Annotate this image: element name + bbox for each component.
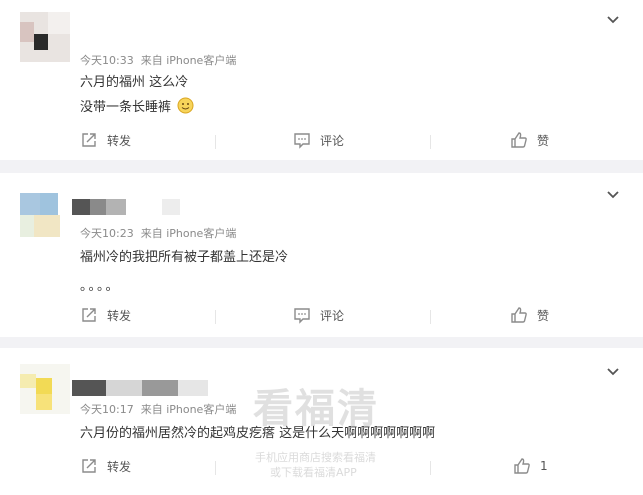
avatar[interactable] [20, 12, 70, 62]
like-button[interactable]: 赞 [510, 131, 549, 149]
repost-icon [82, 133, 96, 147]
divider [215, 135, 216, 149]
watermark-brand: 看福清 [253, 386, 379, 432]
like-button[interactable]: 1 [513, 457, 548, 475]
repost-button[interactable]: 转发 [80, 306, 131, 324]
repost-label: 转发 [107, 459, 132, 474]
comment-card-2: 今天10:23 来自 iPhone客户端 福州冷的我把所有被子都盖上还是冷 。。。… [0, 173, 643, 337]
comment-text-line: 福州冷的我把所有被子都盖上还是冷 [80, 250, 289, 265]
divider [430, 310, 431, 324]
repost-button[interactable]: 转发 [80, 457, 131, 475]
like-label: 赞 [537, 308, 550, 323]
divider [215, 461, 216, 475]
timestamp: 今天10:33 [80, 54, 134, 67]
chevron-down-icon[interactable] [605, 187, 621, 203]
post-source: 来自 iPhone客户端 [140, 403, 237, 416]
like-button[interactable]: 赞 [510, 306, 549, 324]
comment-label: 评论 [320, 308, 345, 323]
comment-meta: 今天10:33 来自 iPhone客户端 [80, 52, 243, 68]
comment-button[interactable]: 评论 [293, 131, 344, 149]
chevron-down-icon[interactable] [605, 12, 621, 28]
like-count: 1 [540, 459, 548, 473]
thumbs-up-icon [514, 458, 530, 474]
comment-label: 评论 [320, 133, 345, 148]
thumbs-up-icon [511, 307, 527, 323]
comment-card-1: 今天10:33 来自 iPhone客户端 六月的福州 这么冷 没带一条长睡裤 转发… [0, 0, 643, 160]
repost-label: 转发 [107, 133, 132, 148]
username-blurred[interactable] [72, 380, 212, 396]
divider [215, 310, 216, 324]
comment-text-line: 没带一条长睡裤 [80, 96, 194, 115]
comment-meta: 今天10:23 来自 iPhone客户端 [80, 225, 243, 241]
comment-text: 没带一条长睡裤 [80, 100, 172, 115]
post-source: 来自 iPhone客户端 [140, 227, 237, 240]
chevron-down-icon[interactable] [605, 364, 621, 380]
comment-icon [294, 308, 310, 324]
comment-meta: 今天10:17 来自 iPhone客户端 [80, 401, 243, 417]
comment-text-line: 。。。。 [80, 279, 121, 294]
repost-button[interactable]: 转发 [80, 131, 131, 149]
thumbs-up-icon [511, 132, 527, 148]
comment-text-line: 六月的福州 这么冷 [80, 75, 189, 90]
timestamp: 今天10:23 [80, 227, 134, 240]
like-label: 赞 [537, 133, 550, 148]
username-blurred[interactable] [72, 199, 182, 215]
repost-label: 转发 [107, 308, 132, 323]
divider [430, 461, 431, 475]
watermark-line1: 手机应用商店搜索看福清 [255, 451, 376, 464]
avatar[interactable] [20, 364, 70, 414]
repost-icon [82, 459, 96, 473]
divider [430, 135, 431, 149]
timestamp: 今天10:17 [80, 403, 134, 416]
watermark-line2: 或下载看福清APP [270, 466, 357, 479]
comment-icon [294, 133, 310, 149]
post-source: 来自 iPhone客户端 [140, 54, 237, 67]
avatar[interactable] [20, 193, 70, 243]
repost-icon [82, 308, 96, 322]
comment-button[interactable]: 评论 [293, 306, 344, 324]
smiley-emoji-icon [177, 97, 194, 114]
